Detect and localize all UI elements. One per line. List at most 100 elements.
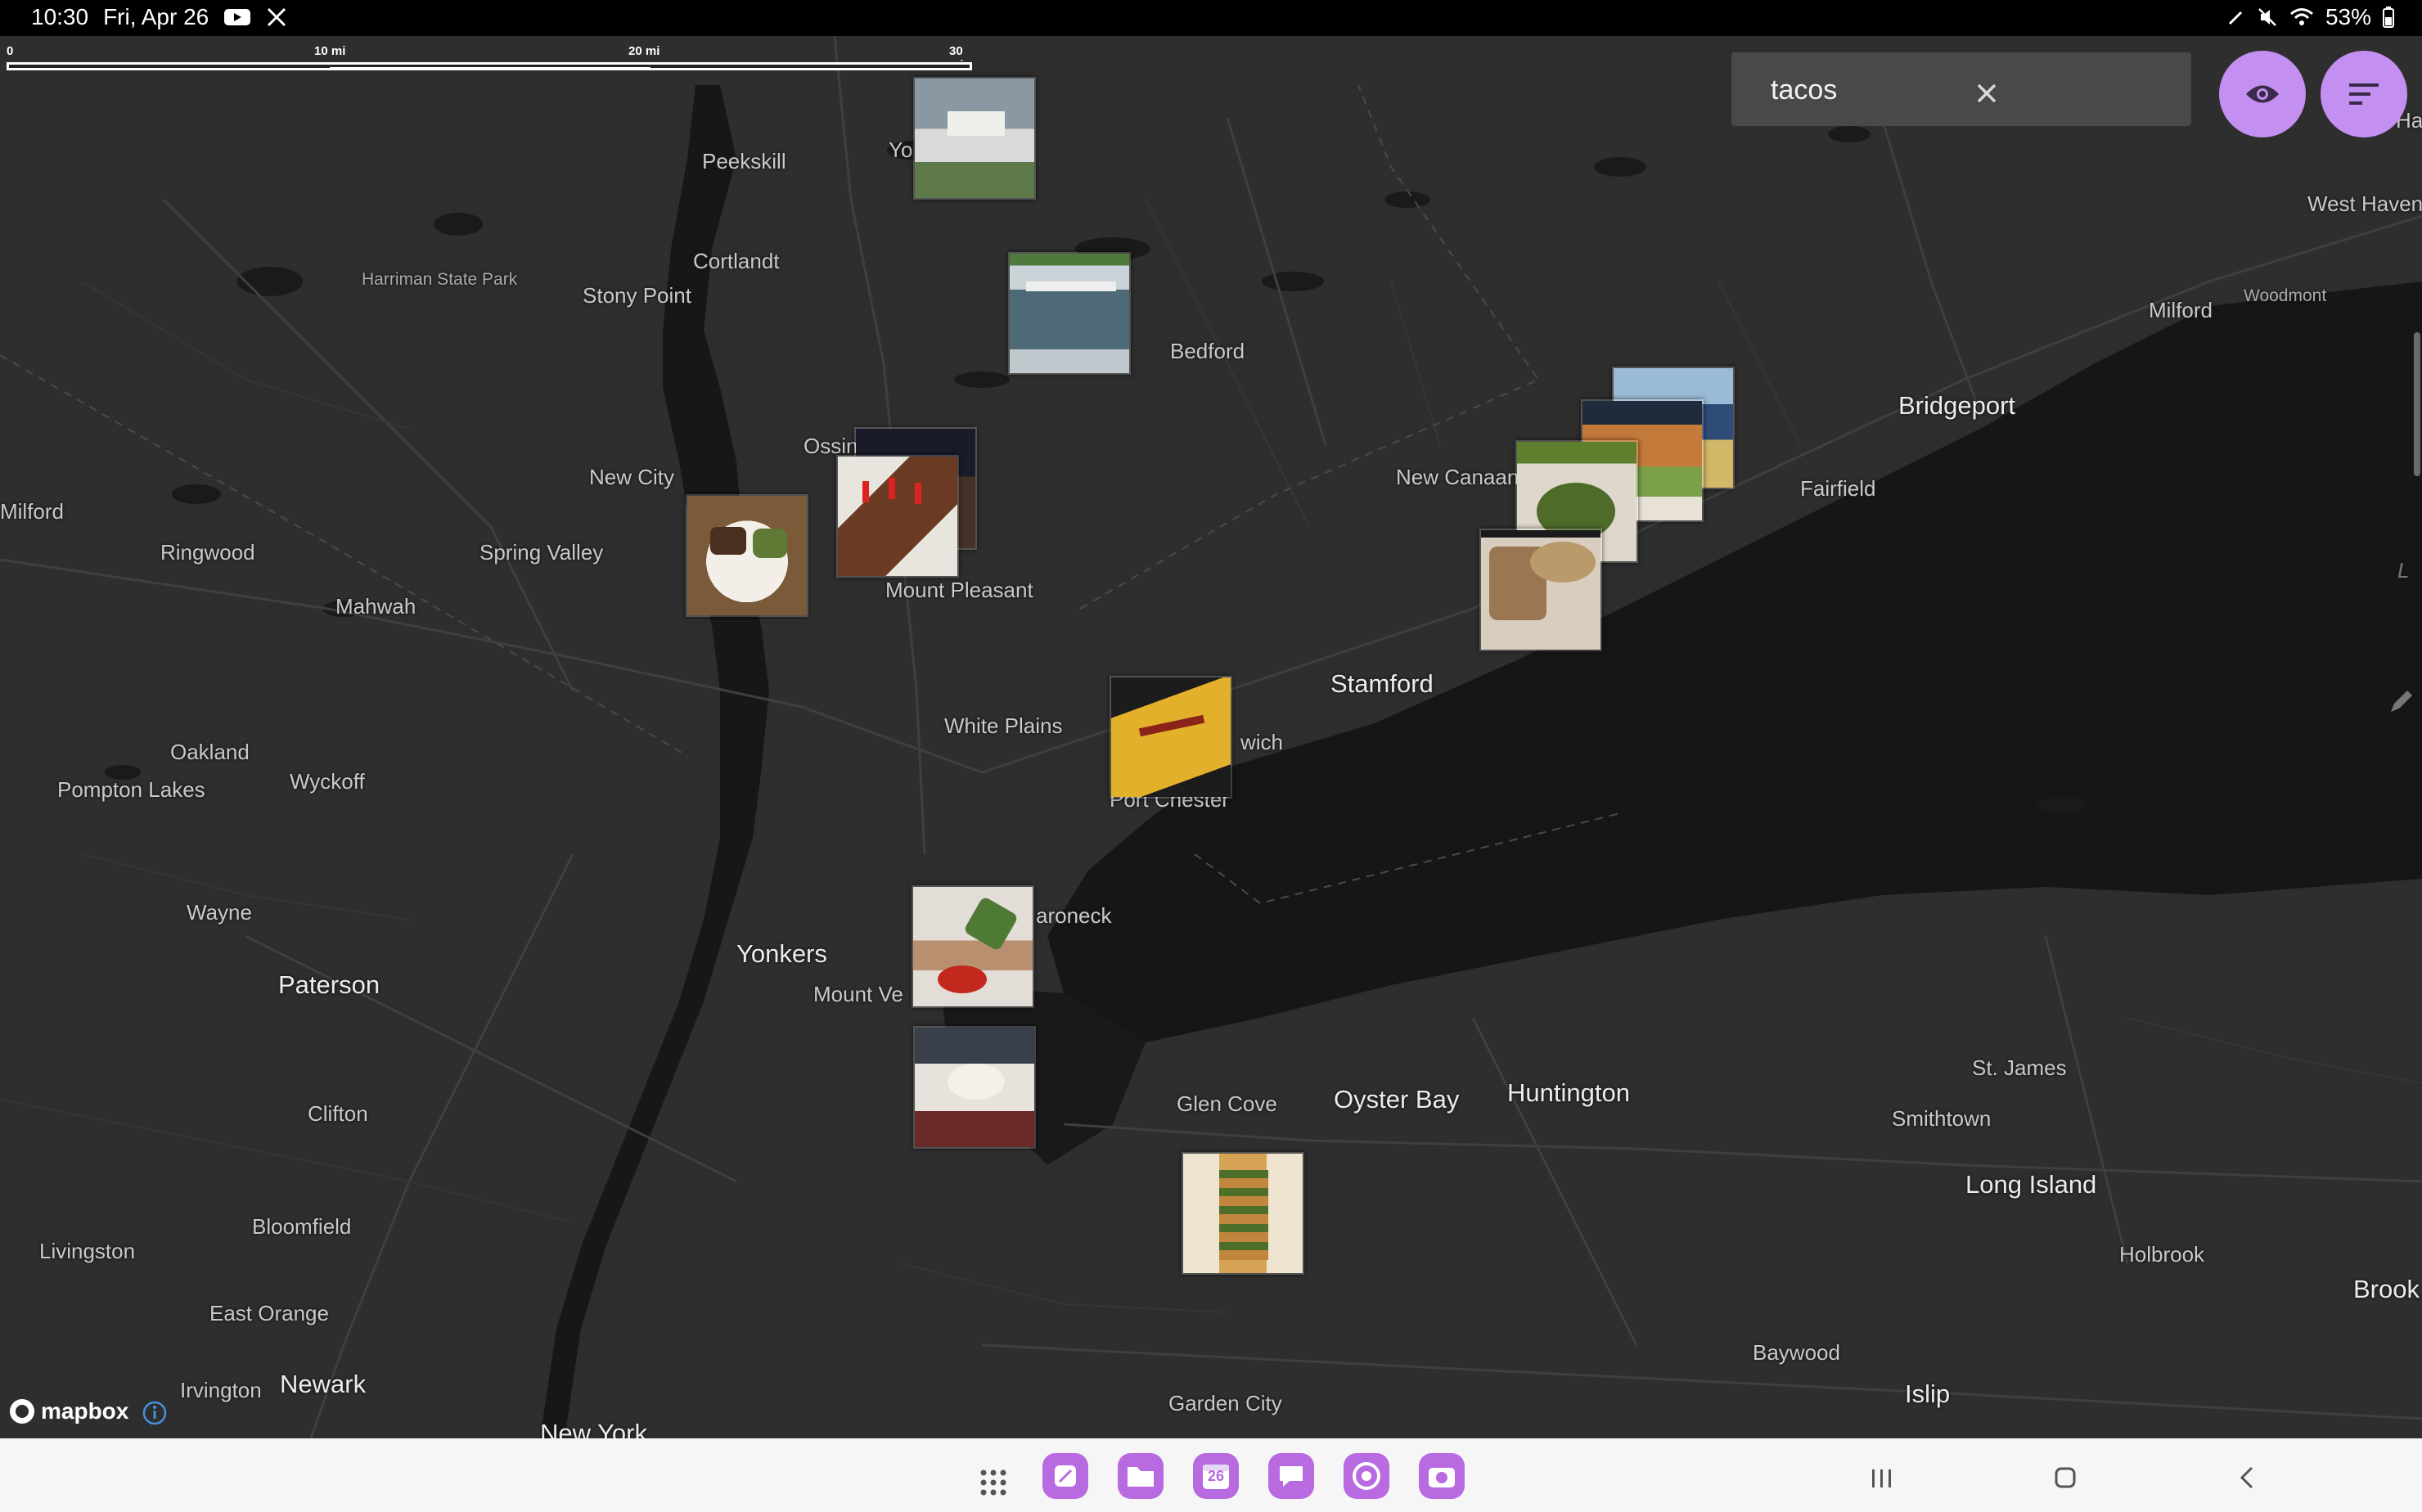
place-irvington: Irvington [180,1378,262,1402]
photo-marker-bedford-storefront[interactable] [1008,252,1131,375]
scale-label-10: 10 mi [314,44,346,58]
mapbox-logo[interactable]: mapbox [8,1397,128,1425]
place-newark: Newark [280,1370,367,1398]
search-box [1731,52,2191,126]
map-canvas[interactable]: 0 10 mi 20 mi 30 mi Peekskill Yo Cortlan… [0,36,2422,1438]
visibility-button[interactable] [2219,51,2306,137]
info-icon [142,1401,167,1425]
photo-marker-port-chester-sign[interactable] [1110,676,1232,799]
place-mount-vernon: Mount Ve [813,982,903,1006]
place-clifton: Clifton [308,1101,368,1126]
place-peekskill: Peekskill [702,149,786,173]
place-harriman: Harriman State Park [362,270,518,289]
place-spring-valley: Spring Valley [479,540,604,565]
dock-camera-app[interactable] [1419,1453,1465,1499]
dock-messages-app[interactable] [1268,1453,1314,1499]
photo-marker-mamaroneck-tacos[interactable] [912,885,1034,1008]
place-st-james: St. James [1972,1055,2067,1080]
tools-icon [266,7,287,28]
app-drawer-button[interactable] [970,1460,1016,1505]
photo-marker-ossining-dessert[interactable] [836,455,959,578]
back-icon [2240,1466,2253,1489]
scale-label-20: 20 mi [628,44,660,58]
photo-marker-glen-cove-tacos[interactable] [1182,1152,1304,1275]
system-nav-bar: 26 [0,1438,2422,1512]
place-wyckoff: Wyckoff [290,769,365,794]
eye-icon [2246,85,2279,103]
side-panel-handle[interactable] [2414,332,2420,476]
dock-calendar-app[interactable]: 26 [1193,1453,1239,1499]
place-glen-cove: Glen Cove [1177,1091,1277,1116]
place-baywood: Baywood [1753,1340,1840,1365]
place-wayne: Wayne [187,900,252,925]
place-huntington: Huntington [1507,1078,1630,1107]
sort-button[interactable] [2321,51,2407,137]
wifi-icon [2289,7,2314,27]
dock-notes-app[interactable] [1042,1453,1088,1499]
place-west-haven: West Haven [2307,191,2422,216]
clear-search-button[interactable] [1970,77,2003,110]
status-time: 10:30 [31,4,89,29]
scale-bar: 0 10 mi 20 mi 30 mi [5,44,974,74]
photo-marker-yorktown[interactable] [913,77,1036,200]
status-bar: 10:30 Fri, Apr 26 53% [0,0,2422,36]
recents-icon [1872,1469,1891,1487]
place-white-plains: White Plains [944,713,1063,738]
place-oakland: Oakland [170,740,250,764]
place-new-york: New York [540,1419,647,1438]
place-oyster-bay: Oyster Bay [1334,1085,1460,1114]
place-smithtown: Smithtown [1892,1106,1992,1131]
place-yonkers: Yonkers [736,939,827,968]
sort-icon [2349,83,2379,105]
attribution-info-button[interactable] [142,1401,167,1425]
place-long-island: Long Island [1965,1170,2097,1199]
scale-label-0: 0 [7,44,14,58]
home-icon [2055,1467,2076,1488]
place-stamford: Stamford [1330,669,1434,698]
place-mahwah: Mahwah [335,594,416,619]
place-mount-pleasant: Mount Pleasant [885,578,1033,602]
dock-files-app[interactable] [1118,1453,1164,1499]
place-mamaroneck: aroneck [1036,903,1112,928]
place-new-canaan: New Canaan [1396,465,1519,489]
calendar-day: 26 [1207,1468,1225,1484]
edit-pencil-icon[interactable] [2386,687,2415,717]
place-cortlandt: Cortlandt [693,249,780,273]
place-new-city: New City [589,465,675,489]
place-stony-point: Stony Point [583,283,691,308]
recent-apps-button[interactable] [1859,1455,1905,1501]
search-input[interactable] [1769,70,2083,110]
notes-icon [1055,1465,1076,1487]
place-east-orange: East Orange [209,1301,329,1325]
pen-icon [2227,8,2245,26]
place-bloomfield: Bloomfield [252,1214,352,1239]
home-button[interactable] [2042,1455,2088,1501]
photo-marker-new-city-plate[interactable] [686,494,808,617]
place-pompton-lakes: Pompton Lakes [57,777,205,802]
place-paterson: Paterson [278,970,380,999]
mapbox-icon [10,1399,34,1424]
place-livingston: Livingston [39,1239,136,1263]
back-button[interactable] [2226,1455,2271,1501]
place-islip: Islip [1905,1379,1951,1408]
browser-icon [1353,1462,1380,1490]
place-woodmont: Woodmont [2244,286,2327,305]
camera-icon [1429,1468,1455,1487]
message-icon [1280,1466,1303,1487]
place-ringwood: Ringwood [160,540,255,565]
photo-marker-new-rochelle-dish[interactable] [913,1026,1036,1149]
mapbox-text: mapbox [41,1398,129,1424]
place-wich: wich [1240,730,1284,754]
place-bedford: Bedford [1170,339,1245,363]
photo-marker-cluster-norwalk-4[interactable] [1479,529,1602,651]
place-brook: Brook [2353,1275,2420,1303]
folder-icon [1128,1467,1154,1487]
scale-bar-track [7,62,972,70]
battery-icon [2383,7,2394,28]
dock-browser-app[interactable] [1344,1453,1389,1499]
place-milford-right: Milford [2149,298,2213,322]
battery-percent: 53% [2325,4,2371,29]
app-grid-icon [980,1469,1006,1496]
place-l-edge: L [2397,558,2410,583]
place-fairfield: Fairfield [1800,476,1876,501]
